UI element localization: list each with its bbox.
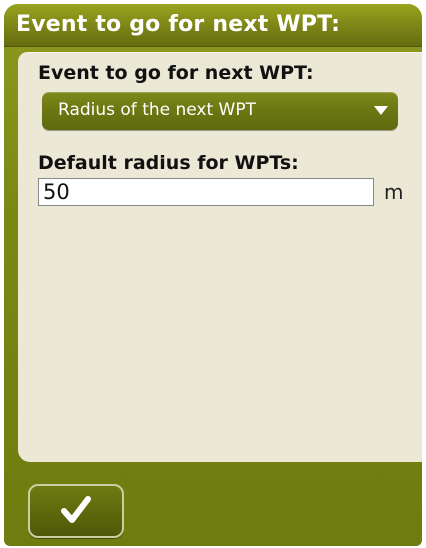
event-label: Event to go for next WPT: bbox=[38, 62, 314, 84]
event-dropdown[interactable]: Radius of the next WPT bbox=[42, 92, 398, 130]
radius-label: Default radius for WPTs: bbox=[38, 152, 299, 174]
settings-window: Event to go for next WPT: Event to go fo… bbox=[4, 4, 422, 546]
confirm-button[interactable] bbox=[28, 484, 124, 538]
chevron-down-icon bbox=[374, 106, 388, 115]
radius-input-value: 50 bbox=[43, 180, 70, 204]
event-dropdown-value: Radius of the next WPT bbox=[58, 100, 257, 120]
radius-unit: m bbox=[384, 180, 404, 204]
window-title: Event to go for next WPT: bbox=[16, 12, 341, 37]
settings-panel: Event to go for next WPT: Radius of the … bbox=[18, 52, 422, 462]
checkmark-icon bbox=[61, 496, 91, 523]
radius-input[interactable]: 50 bbox=[38, 178, 374, 206]
app-frame: Event to go for next WPT: Event to go fo… bbox=[0, 0, 426, 548]
title-bar: Event to go for next WPT: bbox=[4, 4, 422, 47]
